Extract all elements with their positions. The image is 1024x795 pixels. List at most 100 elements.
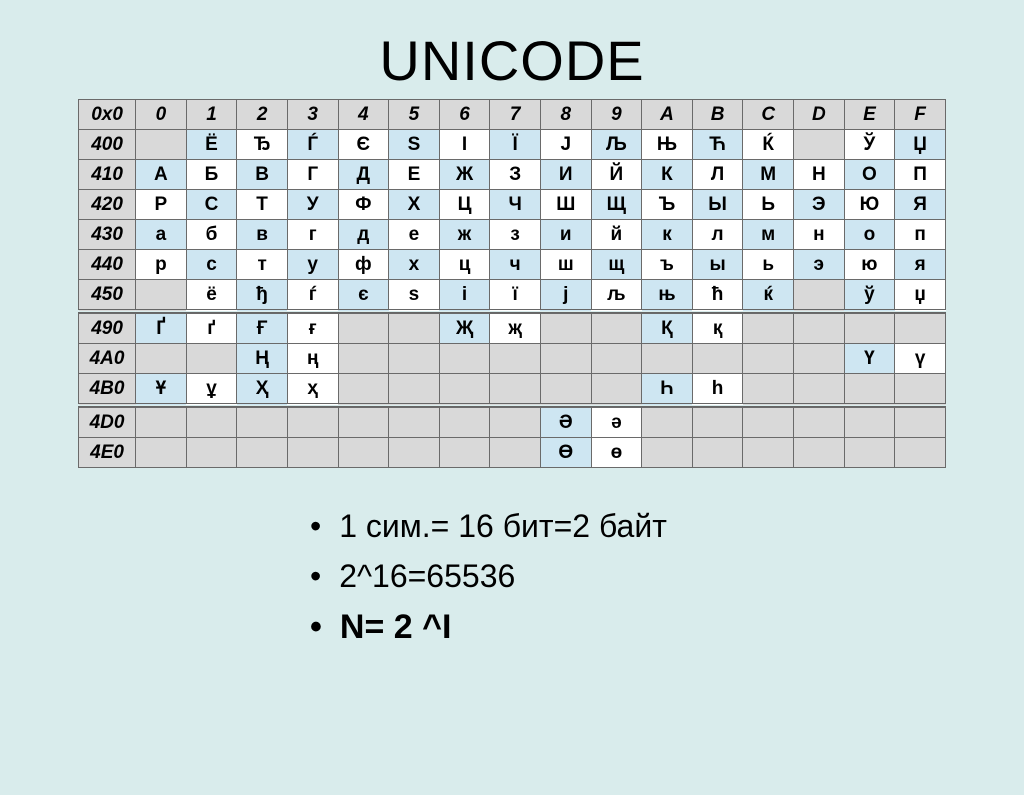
column-header: 1: [186, 100, 237, 130]
table-cell: и: [540, 220, 591, 250]
table-cell: Ө: [540, 438, 591, 468]
table-cell: Һ: [642, 374, 693, 406]
table-cell: [338, 408, 389, 438]
table-cell: ү: [895, 344, 946, 374]
table-cell: в: [237, 220, 288, 250]
table-cell: ң: [287, 344, 338, 374]
table-cell: Ї: [490, 130, 541, 160]
table-cell: б: [186, 220, 237, 250]
table-cell: Д: [338, 160, 389, 190]
row-header: 420: [79, 190, 136, 220]
bullet-item: N= 2 ^I: [310, 601, 1024, 654]
table-cell: Н: [794, 160, 845, 190]
table-cell: [844, 408, 895, 438]
table-cell: Ы: [692, 190, 743, 220]
table-cell: ю: [844, 250, 895, 280]
table-cell: җ: [490, 314, 541, 344]
table-cell: ц: [439, 250, 490, 280]
table-cell: [389, 374, 440, 406]
table-cell: ж: [439, 220, 490, 250]
table-cell: [794, 438, 845, 468]
bullet-item: 1 сим.= 16 бит=2 байт: [310, 502, 1024, 552]
table-cell: Қ: [642, 314, 693, 344]
table-cell: һ: [692, 374, 743, 406]
table-cell: [591, 344, 642, 374]
table-cell: [794, 314, 845, 344]
row-header: 400: [79, 130, 136, 160]
table-cell: [692, 344, 743, 374]
table-cell: И: [540, 160, 591, 190]
column-header: 7: [490, 100, 541, 130]
table-cell: Ѕ: [389, 130, 440, 160]
table-cell: ј: [540, 280, 591, 312]
row-header: 490: [79, 314, 136, 344]
table-cell: [490, 374, 541, 406]
table-cell: ѓ: [287, 280, 338, 312]
table-cell: [186, 408, 237, 438]
table-cell: ў: [844, 280, 895, 312]
table-cell: Ъ: [642, 190, 693, 220]
table-cell: Ћ: [692, 130, 743, 160]
table-cell: [136, 280, 187, 312]
table-cell: у: [287, 250, 338, 280]
table-cell: Џ: [895, 130, 946, 160]
table-cell: Љ: [591, 130, 642, 160]
table-cell: У: [287, 190, 338, 220]
table-cell: [338, 374, 389, 406]
row-header: 4E0: [79, 438, 136, 468]
table-cell: [743, 344, 794, 374]
table-cell: Ё: [186, 130, 237, 160]
column-header: 3: [287, 100, 338, 130]
table-cell: э: [794, 250, 845, 280]
table-cell: Є: [338, 130, 389, 160]
table-cell: [439, 408, 490, 438]
table-cell: [136, 130, 187, 160]
table-cell: [490, 408, 541, 438]
table-cell: Ә: [540, 408, 591, 438]
table-cell: [844, 438, 895, 468]
table-cell: [186, 438, 237, 468]
table-cell: [642, 438, 693, 468]
table-cell: І: [439, 130, 490, 160]
column-header: E: [844, 100, 895, 130]
table-cell: М: [743, 160, 794, 190]
table-cell: ш: [540, 250, 591, 280]
table-cell: [642, 344, 693, 374]
table-cell: н: [794, 220, 845, 250]
table-cell: ђ: [237, 280, 288, 312]
table-cell: Ў: [844, 130, 895, 160]
table-cell: Ф: [338, 190, 389, 220]
table-cell: [490, 344, 541, 374]
column-header: 6: [439, 100, 490, 130]
row-header: 410: [79, 160, 136, 190]
table-cell: Р: [136, 190, 187, 220]
table-cell: х: [389, 250, 440, 280]
table-cell: й: [591, 220, 642, 250]
column-header: 0: [136, 100, 187, 130]
bullet-item: 2^16=65536: [310, 552, 1024, 602]
table-cell: [692, 438, 743, 468]
table-cell: [237, 408, 288, 438]
table-cell: Ч: [490, 190, 541, 220]
table-cell: Б: [186, 160, 237, 190]
table-cell: [389, 314, 440, 344]
table-cell: [642, 408, 693, 438]
table-cell: ґ: [186, 314, 237, 344]
column-header: A: [642, 100, 693, 130]
table-cell: [237, 438, 288, 468]
table-cell: [136, 438, 187, 468]
column-header: 8: [540, 100, 591, 130]
table-cell: [490, 438, 541, 468]
table-cell: л: [692, 220, 743, 250]
table-cell: А: [136, 160, 187, 190]
table-cell: [794, 374, 845, 406]
table-cell: Ғ: [237, 314, 288, 344]
table-cell: ә: [591, 408, 642, 438]
table-cell: љ: [591, 280, 642, 312]
table-cell: Ѓ: [287, 130, 338, 160]
table-cell: Г: [287, 160, 338, 190]
table-cell: ч: [490, 250, 541, 280]
table-cell: џ: [895, 280, 946, 312]
table-cell: Ш: [540, 190, 591, 220]
table-cell: Ж: [439, 160, 490, 190]
